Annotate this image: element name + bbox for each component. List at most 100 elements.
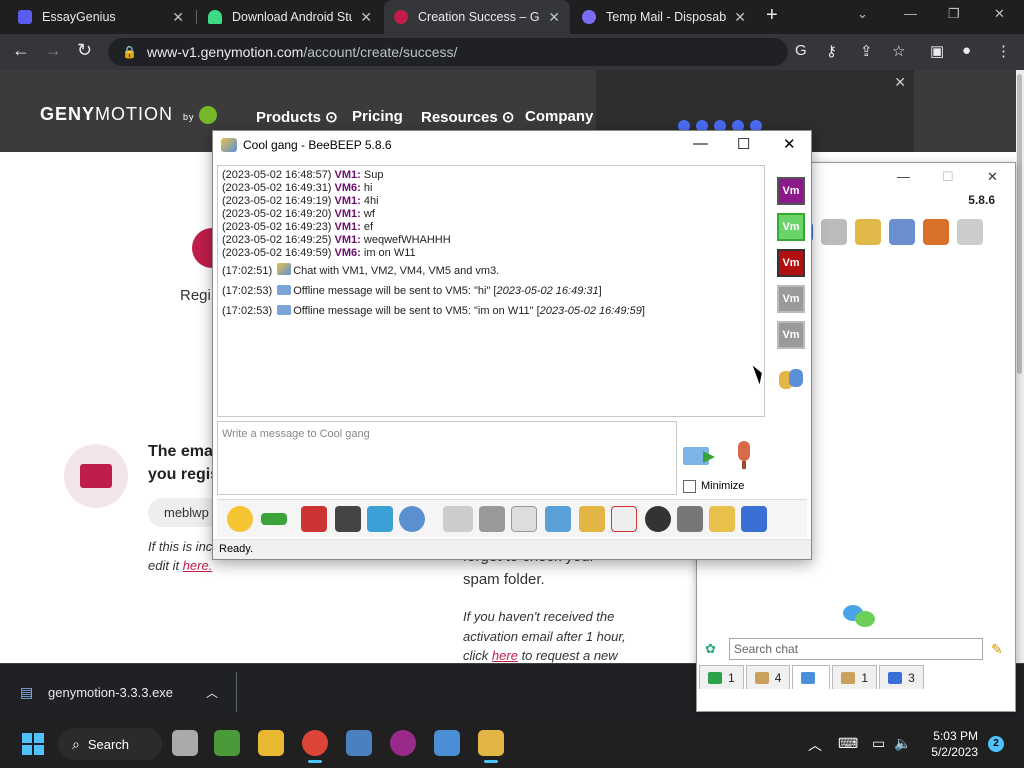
- search-chat-input[interactable]: Search chat: [729, 638, 983, 660]
- chevron-up-icon[interactable]: ︿: [206, 684, 218, 701]
- edit-icon[interactable]: [855, 219, 881, 245]
- send-file-icon[interactable]: [579, 506, 605, 532]
- spellcheck-icon[interactable]: [443, 506, 473, 532]
- update-icon[interactable]: [923, 219, 949, 245]
- tab-essaygenius[interactable]: EssayGenius ✕: [8, 0, 194, 34]
- virtualbox-app-icon[interactable]: [434, 730, 460, 756]
- edit-email-link[interactable]: here.: [183, 558, 213, 573]
- key-icon[interactable]: ⚷: [826, 42, 837, 60]
- side-panel-icon[interactable]: ▣: [930, 42, 944, 60]
- close-promo-icon[interactable]: ✕: [894, 74, 906, 91]
- volume-icon[interactable]: 🔈: [894, 735, 911, 752]
- close-window-button[interactable]: ✕: [994, 6, 1005, 22]
- member-avatar-vm[interactable]: Vm: [777, 285, 805, 313]
- start-button[interactable]: [22, 733, 44, 755]
- close-tab-icon[interactable]: ✕: [172, 9, 184, 26]
- sound-icon[interactable]: [511, 506, 537, 532]
- address-bar[interactable]: 🔒 www-v1.genymotion.com/account/create/s…: [108, 38, 788, 66]
- message-input[interactable]: Write a message to Cool gang: [217, 421, 677, 495]
- share-icon[interactable]: ⇪: [860, 42, 873, 60]
- search-icon: ⌕: [72, 735, 80, 752]
- photos-app-icon[interactable]: [346, 730, 372, 756]
- new-tab-button[interactable]: +: [766, 4, 778, 27]
- color-picker-icon[interactable]: [335, 506, 361, 532]
- folder-icon[interactable]: [677, 506, 703, 532]
- reload-button[interactable]: ↻: [77, 40, 92, 61]
- settings-gear-icon[interactable]: [399, 506, 425, 532]
- notepad-app-icon[interactable]: [214, 730, 240, 756]
- nav-company[interactable]: Company: [525, 108, 593, 125]
- tab-android-studio[interactable]: Download Android Stu ✕: [198, 0, 382, 34]
- trash-icon[interactable]: [957, 219, 983, 245]
- tab-shares[interactable]: 3: [879, 665, 924, 689]
- chat-history[interactable]: (2023-05-02 16:48:57) VM1: Sup (2023-05-…: [217, 165, 765, 417]
- close-button[interactable]: ✕: [783, 135, 796, 153]
- close-button[interactable]: ✕: [987, 169, 998, 185]
- settings-icon[interactable]: [889, 219, 915, 245]
- close-tab-icon[interactable]: ✕: [360, 9, 372, 26]
- message-icon[interactable]: [821, 219, 847, 245]
- collapse-icon[interactable]: [261, 513, 287, 525]
- clear-search-icon[interactable]: ✎: [991, 641, 1003, 658]
- emoticon-icon[interactable]: [227, 506, 253, 532]
- minimize-button[interactable]: —: [897, 169, 910, 184]
- minimize-checkbox[interactable]: [683, 480, 696, 493]
- tab-workgroups[interactable]: 1: [832, 665, 878, 689]
- member-avatar-vm[interactable]: Vm: [777, 321, 805, 349]
- minimize-button[interactable]: —: [693, 135, 708, 152]
- chrome-app-icon[interactable]: [302, 730, 328, 763]
- font-icon[interactable]: [301, 506, 327, 532]
- forward-button[interactable]: →: [44, 40, 62, 61]
- minimize-window-button[interactable]: —: [904, 6, 917, 21]
- google-lens-icon[interactable]: G: [795, 42, 807, 59]
- nav-resources[interactable]: Resources ⊙: [421, 108, 514, 126]
- member-avatar-vm[interactable]: Vm: [777, 213, 805, 241]
- notes-icon[interactable]: [709, 506, 735, 532]
- show-hidden-icons-icon[interactable]: ︿: [808, 735, 822, 755]
- download-filename[interactable]: genymotion-3.3.3.exe: [48, 685, 173, 700]
- genymotion-app-icon[interactable]: [390, 730, 416, 756]
- nav-products[interactable]: Products ⊙: [256, 108, 338, 126]
- html-code-icon[interactable]: [611, 506, 637, 532]
- task-view-icon[interactable]: [172, 730, 198, 756]
- restore-window-button[interactable]: ❐: [948, 6, 960, 22]
- maximize-button[interactable]: ☐: [737, 135, 750, 153]
- close-tab-icon[interactable]: ✕: [734, 9, 746, 26]
- group-members-icon[interactable]: [777, 367, 805, 391]
- tab-search-chevron-icon[interactable]: ⌄: [857, 6, 868, 22]
- bookmark-star-icon[interactable]: ☆: [892, 42, 905, 60]
- text-format-icon[interactable]: [479, 506, 505, 532]
- chat-message: (2023-05-02 16:49:25) VM1: weqwefWHAHHH: [222, 234, 451, 246]
- maximize-button[interactable]: ☐: [942, 169, 954, 185]
- installer-file-icon: ▤: [20, 684, 34, 700]
- resend-activation-link[interactable]: here: [492, 648, 518, 663]
- back-button[interactable]: ←: [12, 40, 30, 61]
- filter-icon[interactable]: [367, 506, 393, 532]
- file-explorer-icon[interactable]: [258, 730, 284, 756]
- microphone-icon[interactable]: [733, 441, 755, 471]
- tab-temp-mail[interactable]: Temp Mail - Disposabl ✕: [572, 0, 756, 34]
- keyboard-icon[interactable]: ⌨: [838, 735, 858, 752]
- tab-users[interactable]: 1: [699, 665, 744, 689]
- tab-creation-success[interactable]: Creation Success – Ge ✕: [384, 0, 570, 34]
- genymotion-logo[interactable]: GENYMOTION by: [40, 104, 217, 125]
- chat-message: (2023-05-02 16:49:59) VM6: im on W11: [222, 247, 416, 259]
- tab-groups[interactable]: 4: [745, 665, 791, 689]
- beebeep-app-icon[interactable]: [478, 730, 504, 763]
- tab-chats[interactable]: [792, 665, 831, 689]
- member-avatar-vm[interactable]: Vm: [777, 177, 805, 205]
- member-avatar-vm[interactable]: Vm: [777, 249, 805, 277]
- save-chat-icon[interactable]: [545, 506, 571, 532]
- notification-badge[interactable]: 2: [988, 736, 1004, 752]
- profile-icon[interactable]: ●: [962, 42, 971, 59]
- nav-pricing[interactable]: Pricing: [352, 108, 403, 125]
- taskbar-clock[interactable]: 5:03 PM 5/2/2023: [918, 728, 978, 760]
- send-message-button[interactable]: [683, 443, 717, 469]
- save-icon[interactable]: [741, 506, 767, 532]
- page-scrollbar-thumb[interactable]: [1017, 74, 1022, 374]
- screenshot-icon[interactable]: [645, 506, 671, 532]
- close-tab-icon[interactable]: ✕: [548, 9, 560, 26]
- browser-menu-icon[interactable]: ⋮: [996, 42, 1011, 60]
- display-icon[interactable]: ▭: [872, 735, 885, 752]
- taskbar-search[interactable]: ⌕ Search: [58, 728, 162, 760]
